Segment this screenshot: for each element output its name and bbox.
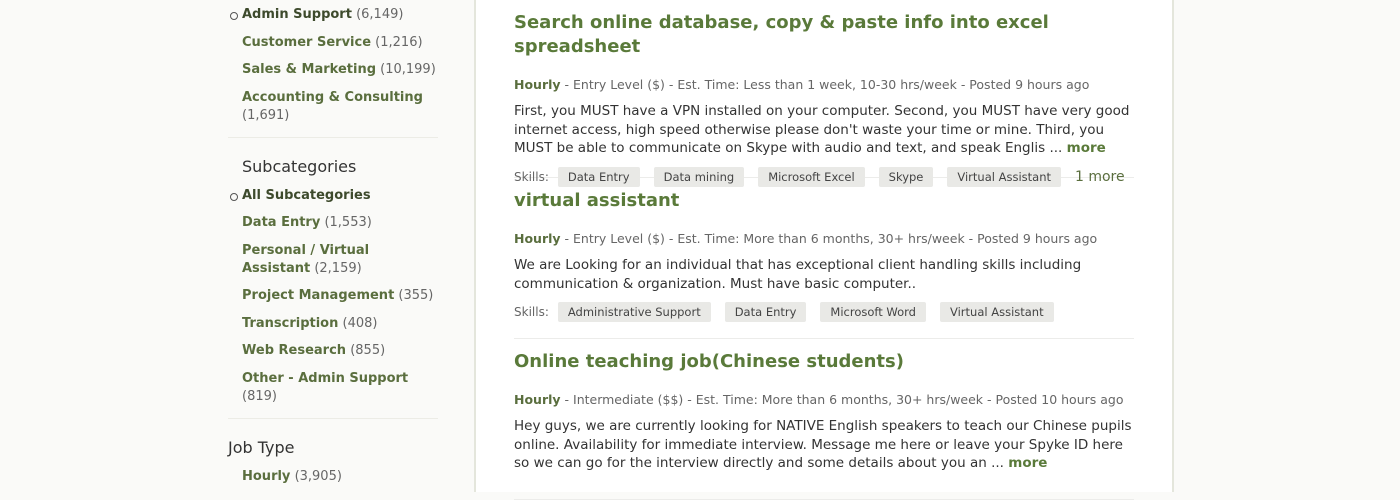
skill-tag[interactable]: Virtual Assistant — [939, 302, 1054, 322]
subcategory-filter[interactable]: Personal / Virtual Assistant (2,159) — [228, 242, 438, 278]
category-filter[interactable]: Admin Support (6,149) — [228, 6, 438, 24]
job-type-heading: Job Type — [228, 437, 295, 457]
skill-tag[interactable]: Skype — [878, 166, 934, 187]
filter-count: (355) — [398, 288, 434, 303]
subcategory-filter[interactable]: Data Entry (1,553) — [228, 214, 438, 232]
job-description: First, you MUST have a VPN installed on … — [514, 102, 1134, 158]
job-listing: Online teaching job(Chinese students) Hou… — [514, 350, 1134, 500]
skill-tag[interactable]: Data Entry — [557, 166, 640, 187]
radio-selected-icon[interactable] — [230, 12, 238, 20]
job-type: Hourly — [514, 231, 561, 246]
filter-label: Transcription — [242, 315, 339, 331]
filter-label: Project Management — [242, 288, 395, 303]
description-text: We are Looking for an individual that ha… — [514, 257, 1082, 292]
filter-label: All Subcategories — [242, 187, 371, 203]
filter-count: (1,553) — [324, 215, 372, 230]
subcategory-filter[interactable]: All Subcategories — [228, 187, 438, 205]
skills-label: Skills: — [514, 305, 549, 319]
subcategory-filter[interactable]: Transcription (408) — [228, 315, 438, 333]
skills-row: Skills: Administrative Support Data Entry M… — [514, 302, 1134, 322]
filter-count: (3,905) — [294, 468, 342, 484]
job-title-link[interactable]: Search online database, copy & paste inf… — [514, 11, 1134, 59]
skill-tag[interactable]: Administrative Support — [557, 302, 711, 322]
subcategory-filter[interactable]: Project Management (355) — [228, 287, 438, 305]
filter-label: Other - Admin Support — [242, 370, 409, 386]
filter-label: Sales & Marketing — [242, 62, 376, 77]
job-details: - Intermediate ($$) - Est. Time: More th… — [560, 392, 1124, 407]
divider — [228, 136, 438, 138]
filter-label: Hourly — [242, 468, 291, 484]
job-meta: Hourly - Intermediate ($$) - Est. Time: … — [514, 392, 1134, 408]
filter-label: Web Research — [242, 343, 347, 358]
filter-count: (1,216) — [375, 34, 423, 50]
job-listing: Search online database, copy & paste inf… — [514, 11, 1134, 187]
subcategory-filter[interactable]: Other - Admin Support (819) — [228, 370, 438, 406]
filter-label: Data Entry — [242, 215, 321, 230]
skill-tag[interactable]: Microsoft Excel — [758, 166, 865, 187]
filter-count: (6,149) — [356, 7, 404, 22]
filter-count: (408) — [342, 315, 378, 331]
job-details: - Entry Level ($) - Est. Time: Less than… — [560, 77, 1090, 92]
job-type-filter[interactable]: Hourly (3,905) — [228, 468, 438, 486]
job-details: - Entry Level ($) - Est. Time: More than… — [560, 231, 1098, 246]
filter-count: (2,159) — [314, 260, 362, 276]
filter-count: (10,199) — [380, 62, 436, 77]
description-text: First, you MUST have a VPN installed on … — [514, 103, 1130, 156]
subcategory-filter[interactable]: Web Research (855) — [228, 342, 438, 360]
job-description: Hey guys, we are currently looking for N… — [514, 417, 1134, 473]
filter-count: (1,691) — [242, 107, 290, 123]
skill-tag[interactable]: Data Entry — [724, 302, 807, 322]
skills-row: Skills: Data Entry Data mining Microsoft Ex… — [514, 166, 1134, 187]
skill-tag[interactable]: Virtual Assistant — [947, 166, 1061, 187]
job-title-link[interactable]: Online teaching job(Chinese students) — [514, 350, 1134, 374]
job-meta: Hourly - Entry Level ($) - Est. Time: Mo… — [514, 231, 1134, 247]
job-meta: Hourly - Entry Level ($) - Est. Time: Le… — [514, 77, 1134, 93]
category-filter[interactable]: Sales & Marketing (10,199) — [228, 61, 438, 79]
filter-count: (855) — [350, 343, 386, 358]
filter-sidebar: Admin Support (6,149) Customer Service (1… — [228, 6, 438, 495]
job-type: Hourly — [514, 392, 561, 407]
filter-label: Admin Support — [242, 7, 352, 22]
job-description: We are Looking for an individual that ha… — [514, 256, 1134, 293]
more-link[interactable]: more — [1008, 455, 1047, 471]
subcategories-heading: Subcategories — [242, 156, 357, 176]
skills-label: Skills: — [514, 169, 549, 184]
category-filter[interactable]: Customer Service (1,216) — [228, 34, 438, 52]
filter-label: Customer Service — [242, 34, 372, 50]
filter-label: Accounting & Consulting — [242, 89, 423, 105]
more-skills-link[interactable]: 1 more — [1075, 169, 1125, 185]
more-link[interactable]: more — [1067, 140, 1106, 156]
skill-tag[interactable]: Microsoft Word — [820, 302, 926, 322]
divider — [228, 417, 438, 419]
skill-tag[interactable]: Data mining — [653, 166, 745, 187]
job-listing: virtual assistant Hourly - Entry Level ($… — [514, 189, 1134, 339]
radio-selected-icon[interactable] — [230, 192, 238, 201]
job-title-link[interactable]: virtual assistant — [514, 189, 1134, 213]
job-list: Search online database, copy & paste inf… — [474, 0, 1174, 500]
job-type: Hourly — [514, 77, 561, 92]
filter-count: (819) — [242, 388, 277, 404]
category-filter[interactable]: Accounting & Consulting (1,691) — [228, 89, 438, 125]
